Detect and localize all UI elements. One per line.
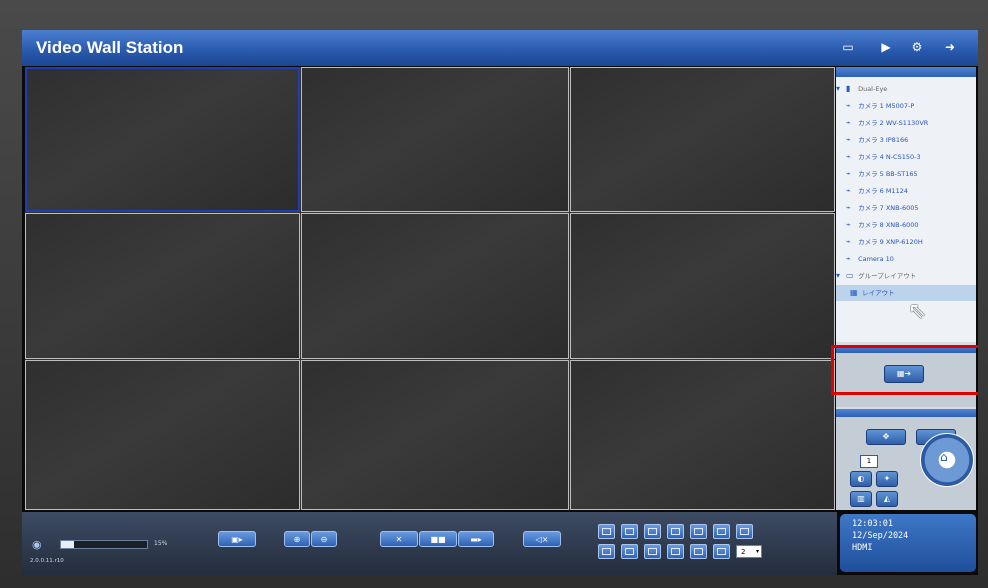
bottom-toolbar: ◉ 15% 2.0.0.11.r10 ▣▸ ⊕ ⊖ ✕ ■■ ▬▸ ◁× 2 ▾ — [22, 512, 837, 575]
layout-1p12-button[interactable] — [644, 544, 661, 559]
exit-icon[interactable]: ➜ — [942, 40, 958, 54]
camera-icon: ⌁ — [846, 220, 851, 229]
video-tile[interactable] — [25, 213, 300, 359]
layout-4x4-button[interactable] — [667, 524, 684, 539]
tree-layout-item[interactable]: ▦ レイアウト — [836, 285, 976, 301]
camera-icon: ⌁ — [846, 237, 851, 246]
clock-source: HDMI — [852, 543, 873, 553]
layout-2x2-button[interactable] — [621, 524, 638, 539]
app-window: Video Wall Station ▭ ▶ ⚙ ➜ ▾ ▮ Dual-Eye ⌁… — [22, 30, 978, 575]
layout-icon: ▦ — [850, 288, 858, 297]
camera-icon: ⌁ — [846, 135, 851, 144]
mute-button[interactable]: ◁× — [523, 531, 561, 547]
zoom-out-button[interactable]: ⊖ — [311, 531, 337, 547]
tree-camera[interactable]: ⌁ カメラ 9 XNP-6120H — [846, 234, 978, 250]
layout-fullscreen-button[interactable] — [713, 544, 730, 559]
mouse-cursor-icon: ⇖ — [908, 299, 927, 324]
camera-icon: ⌁ — [846, 186, 851, 195]
iris-button[interactable]: ▥ — [850, 491, 872, 507]
playback-button[interactable]: ▬▸ — [458, 531, 494, 547]
chevron-down-icon[interactable]: ▾ — [756, 546, 759, 558]
device-tree: ▾ ▮ Dual-Eye ⌁ カメラ 1 M5007-P ⌁ カメラ 2 WV-S… — [836, 77, 976, 342]
close-stream-button[interactable]: ✕ — [380, 531, 418, 547]
volume-bar[interactable] — [60, 540, 148, 549]
layout-pip-button[interactable] — [690, 544, 707, 559]
layout-1p7-button[interactable] — [621, 544, 638, 559]
speaker-icon[interactable]: ◉ — [32, 538, 42, 551]
layout-6x6-button[interactable] — [713, 524, 730, 539]
camera-icon: ⌁ — [846, 169, 851, 178]
video-tile[interactable] — [25, 67, 300, 212]
focus-far-button[interactable]: ✦ — [876, 471, 898, 487]
server-icon: ▮ — [846, 84, 851, 93]
layout-1p5-button[interactable] — [598, 544, 615, 559]
tree-camera[interactable]: ⌁ カメラ 4 N-CS150-3 — [846, 149, 978, 165]
highlight-box — [831, 345, 978, 395]
tree-camera[interactable]: ⌁ カメラ 6 M1124 — [846, 183, 978, 199]
camera-icon: ⌁ — [846, 203, 851, 212]
video-tile[interactable] — [570, 360, 835, 510]
zoom-in-button[interactable]: ⊕ — [284, 531, 310, 547]
camera-icon: ⌁ — [846, 118, 851, 127]
app-title: Video Wall Station — [36, 38, 184, 57]
title-bar: Video Wall Station ▭ ▶ ⚙ ➜ — [22, 30, 978, 66]
playback-icon: ▬▸ — [470, 535, 482, 544]
close-icon: ✕ — [395, 535, 403, 544]
layout-custom-button[interactable] — [736, 524, 753, 539]
tree-root[interactable]: ▾ ▮ Dual-Eye — [836, 81, 976, 97]
settings-icon[interactable]: ⚙ — [909, 40, 925, 54]
snapshot-button[interactable]: ▣▸ — [218, 531, 256, 547]
tree-camera[interactable]: ⌁ カメラ 1 M5007-P — [846, 98, 978, 114]
tree-camera[interactable]: ⌁ Camera 10 — [846, 251, 978, 267]
layout-2p8-button[interactable] — [667, 544, 684, 559]
right-sidebar: ▾ ▮ Dual-Eye ⌁ カメラ 1 M5007-P ⌁ カメラ 2 WV-S… — [836, 67, 976, 510]
video-tile[interactable] — [301, 213, 569, 359]
section-header — [836, 409, 976, 417]
layout-5x5-button[interactable] — [690, 524, 707, 539]
tree-camera[interactable]: ⌁ カメラ 7 XNB-6005 — [846, 200, 978, 216]
monitor-icon[interactable]: ▭ — [840, 40, 856, 54]
record-button[interactable]: ■■ — [419, 531, 457, 547]
video-tile[interactable] — [25, 360, 300, 510]
layout-1x1-button[interactable] — [598, 524, 615, 539]
tree-group[interactable]: ▾ ▭ グループレイアウト — [836, 268, 976, 284]
tree-camera[interactable]: ⌁ カメラ 5 BB-ST165 — [846, 166, 978, 182]
expand-icon[interactable]: ▾ — [836, 268, 846, 284]
ptz-joystick[interactable]: ⌂ — [920, 433, 974, 487]
clock-date: 12/Sep/2024 — [852, 531, 909, 541]
record-icon: ■■ — [430, 535, 446, 544]
tree-camera[interactable]: ⌁ カメラ 2 WV-S1130VR — [846, 115, 978, 131]
folder-icon: ▭ — [846, 271, 854, 280]
video-tile[interactable] — [570, 67, 835, 212]
volume-level: 15% — [154, 540, 168, 547]
tree-camera[interactable]: ⌁ カメラ 3 IP8166 — [846, 132, 978, 148]
preset-select[interactable]: 1 — [860, 455, 878, 468]
volume-fill — [61, 541, 74, 548]
version-label: 2.0.0.11.r10 — [30, 558, 64, 564]
layout-count-select[interactable]: 2 ▾ — [736, 545, 762, 558]
tree-header — [836, 67, 976, 77]
expand-icon[interactable]: ▾ — [836, 81, 846, 97]
snapshot-icon: ▣▸ — [231, 535, 243, 544]
layout-3x3-button[interactable] — [644, 524, 661, 539]
play-icon[interactable]: ▶ — [878, 40, 894, 54]
tree-camera[interactable]: ⌁ カメラ 8 XNB-6000 — [846, 217, 978, 233]
camera-icon: ⌁ — [846, 101, 851, 110]
mute-icon: ◁× — [535, 535, 549, 544]
camera-icon: ⌁ — [846, 254, 851, 263]
video-tile[interactable] — [301, 67, 569, 212]
ptz-tour-button[interactable]: ✥ — [866, 429, 906, 445]
video-tile[interactable] — [301, 360, 569, 510]
focus-near-button[interactable]: ◐ — [850, 471, 872, 487]
zoom-in-icon: ⊕ — [293, 535, 301, 544]
camera-icon: ⌁ — [846, 152, 851, 161]
video-tile[interactable] — [570, 213, 835, 359]
home-icon[interactable]: ⌂ — [940, 450, 948, 464]
zoom-button[interactable]: ◭ — [876, 491, 898, 507]
zoom-out-icon: ⊖ — [320, 535, 328, 544]
clock-time: 12:03:01 — [852, 519, 893, 529]
video-grid — [25, 67, 835, 510]
clock-panel: 12:03:01 12/Sep/2024 HDMI — [840, 514, 976, 572]
